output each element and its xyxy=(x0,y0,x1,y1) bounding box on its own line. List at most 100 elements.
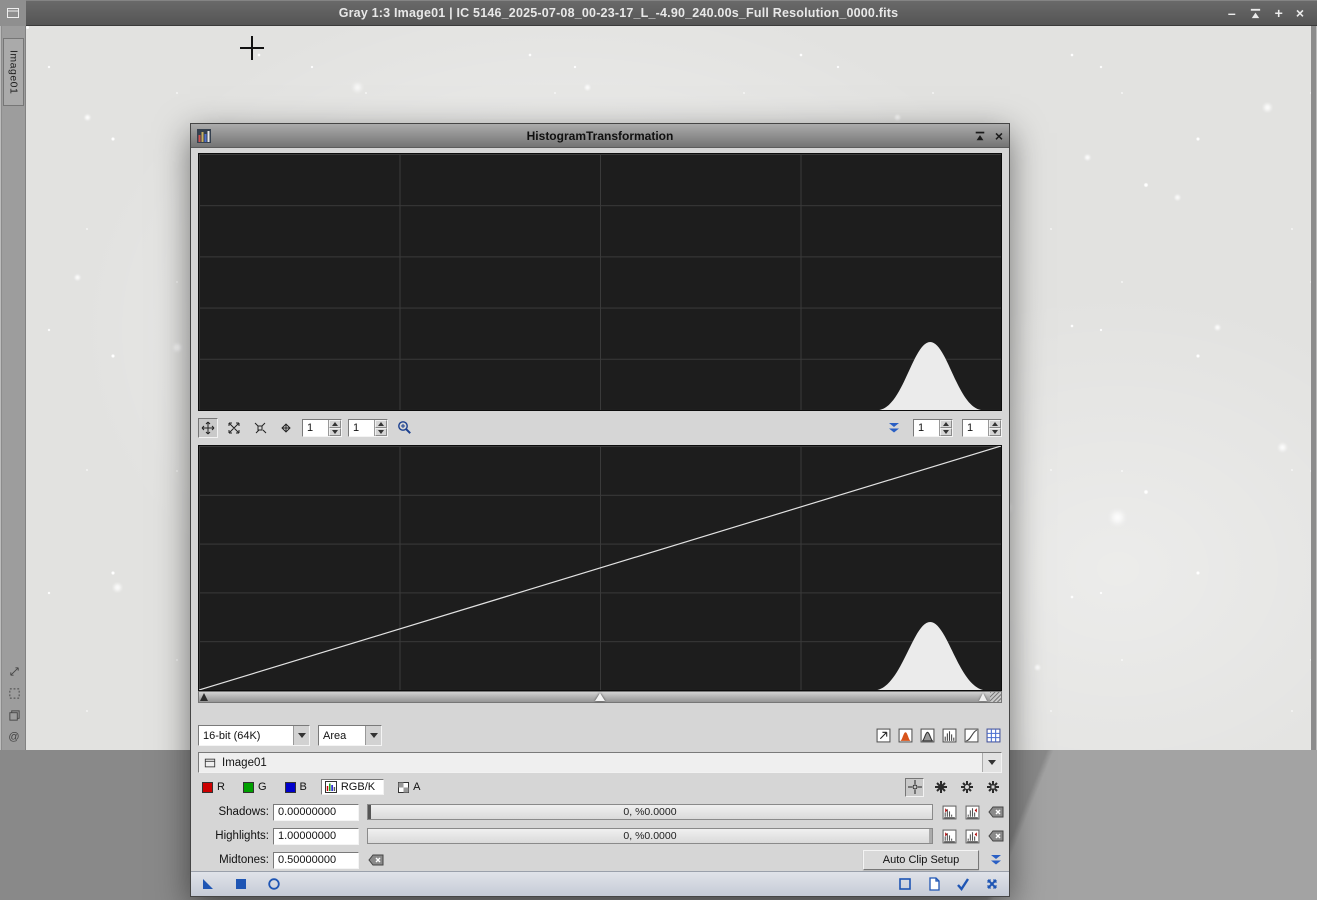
midtones-label: Midtones: xyxy=(219,854,269,866)
histogram-slider-strip[interactable] xyxy=(198,691,1002,703)
document-icon[interactable] xyxy=(926,876,942,892)
resize-grip[interactable] xyxy=(990,692,1001,702)
clip-highlights-icon[interactable] xyxy=(941,828,958,845)
spin-down-icon[interactable] xyxy=(940,427,952,436)
marquee-icon[interactable] xyxy=(7,686,21,700)
resize-diagonal-icon[interactable] xyxy=(7,664,21,678)
image-tab-strip: Image01 @ xyxy=(2,26,26,750)
minimize-icon[interactable]: – xyxy=(1228,0,1236,26)
stars-decoration xyxy=(26,26,29,29)
asterisk-icon-2[interactable] xyxy=(957,778,976,797)
rescale-plot-icon[interactable] xyxy=(875,727,892,744)
zoom-in-icon[interactable] xyxy=(394,418,414,438)
channel-b-button[interactable]: B xyxy=(281,780,311,794)
combo-arrow-button[interactable] xyxy=(365,726,381,745)
channel-rgbk-button[interactable]: RGB/K xyxy=(320,779,385,795)
pin-icon[interactable]: + xyxy=(1275,0,1283,26)
spin-buttons[interactable] xyxy=(328,419,341,436)
grid-toggle-icon[interactable] xyxy=(985,727,1002,744)
input-histogram-plot[interactable] xyxy=(198,153,1002,411)
chevrons-down-icon[interactable] xyxy=(884,418,904,438)
input-histogram-curve xyxy=(879,342,982,410)
image-window-titlebar[interactable]: Gray 1:3 Image01 | IC 5146_2025-07-08_00… xyxy=(0,0,1317,26)
spin-up-icon[interactable] xyxy=(375,419,387,428)
spin-up-icon[interactable] xyxy=(329,419,341,428)
midtones-handle[interactable] xyxy=(595,693,605,701)
midtones-input[interactable]: 0.50000000 xyxy=(273,851,359,869)
spin-buttons[interactable] xyxy=(374,419,387,436)
image-tab-label: Image01 xyxy=(7,49,20,95)
transfer-function-plot[interactable] xyxy=(198,445,1002,691)
horizontal-zoom-spinbox[interactable]: 1 xyxy=(302,418,342,437)
resolution-combo[interactable]: 16-bit (64K) xyxy=(198,725,310,746)
new-instance-icon[interactable] xyxy=(200,876,216,892)
asterisk-icon-3[interactable] xyxy=(983,778,1002,797)
close-icon[interactable]: × xyxy=(1296,0,1304,26)
backspace-icon[interactable] xyxy=(367,852,384,869)
gray-histogram-icon[interactable] xyxy=(919,727,936,744)
view-icon xyxy=(204,757,216,769)
vertical-scroll-spinbox[interactable]: 1 xyxy=(962,418,1002,437)
crosshair-tracking-icon[interactable] xyxy=(905,777,924,797)
channel-g-button[interactable]: G xyxy=(239,780,271,794)
highlights-slider[interactable]: 0, %0.0000 xyxy=(367,828,933,844)
shadows-slider[interactable]: 0, %0.0000 xyxy=(367,804,933,820)
apply-icon[interactable] xyxy=(233,876,249,892)
dialog-titlebar[interactable]: HistogramTransformation × xyxy=(191,124,1009,148)
filled-histogram-icon[interactable] xyxy=(897,727,914,744)
view-selector-label: Image01 xyxy=(222,756,267,769)
channel-b-label: B xyxy=(299,781,307,793)
image-tab-image01[interactable]: Image01 xyxy=(3,38,24,106)
spin-up-icon[interactable] xyxy=(989,419,1001,428)
rollup-icon[interactable] xyxy=(974,130,986,142)
line-plot-icon[interactable] xyxy=(963,727,980,744)
clip-highlights-auto-icon[interactable] xyxy=(964,828,981,845)
bars-histogram-icon[interactable] xyxy=(941,727,958,744)
plot-style-combo[interactable]: Area xyxy=(318,725,382,746)
clip-shadows-auto-icon[interactable] xyxy=(964,804,981,821)
dialog-close-icon[interactable]: × xyxy=(995,125,1003,147)
backspace-icon[interactable] xyxy=(987,804,1004,821)
highlights-label: Highlights: xyxy=(215,830,269,842)
spin-down-icon[interactable] xyxy=(375,427,387,436)
chevrons-down-icon[interactable] xyxy=(987,852,1004,869)
square-outline-icon[interactable] xyxy=(897,876,913,892)
spin-buttons[interactable] xyxy=(988,419,1001,436)
window-controls: – + × xyxy=(1228,0,1317,26)
horizontal-scroll-spinbox[interactable]: 1 xyxy=(348,418,388,437)
backspace-icon[interactable] xyxy=(987,828,1004,845)
combo-arrow-button[interactable] xyxy=(293,726,309,745)
auto-clip-setup-button[interactable]: Auto Clip Setup xyxy=(863,850,979,870)
vertical-zoom-spinbox[interactable]: 1 xyxy=(913,418,953,437)
zoom-reset-icon[interactable] xyxy=(250,418,270,438)
clip-shadows-icon[interactable] xyxy=(941,804,958,821)
copy-icon[interactable] xyxy=(7,708,21,722)
shade-icon[interactable] xyxy=(1249,7,1262,20)
shadows-input[interactable]: 0.00000000 xyxy=(273,803,359,821)
asterisk-icon-1[interactable] xyxy=(931,778,950,797)
realtime-preview-icon[interactable] xyxy=(266,876,282,892)
highlights-row-icons xyxy=(941,828,1011,845)
shadows-handle[interactable] xyxy=(200,693,208,701)
highlights-input[interactable]: 1.00000000 xyxy=(273,827,359,845)
spin-buttons[interactable] xyxy=(939,419,952,436)
spin-up-icon[interactable] xyxy=(940,419,952,428)
center-view-icon[interactable] xyxy=(276,418,296,438)
check-icon[interactable] xyxy=(955,876,971,892)
at-icon[interactable]: @ xyxy=(7,730,21,744)
spin-down-icon[interactable] xyxy=(329,427,341,436)
view-selector[interactable]: Image01 xyxy=(198,752,1002,773)
view-selector-arrow-button[interactable] xyxy=(982,753,1001,772)
shadows-slider-thumb[interactable] xyxy=(368,805,371,819)
channel-r-button[interactable]: R xyxy=(198,780,229,794)
window-menu-button[interactable] xyxy=(0,0,26,26)
pixinsight-workspace: Gray 1:3 Image01 | IC 5146_2025-07-08_00… xyxy=(0,0,1317,900)
channel-a-button[interactable]: A xyxy=(394,780,424,794)
highlights-slider-thumb[interactable] xyxy=(929,829,932,843)
pan-mode-icon[interactable] xyxy=(198,417,218,438)
highlights-row: Highlights: 1.00000000 0, %0.0000 xyxy=(191,826,1011,846)
spin-down-icon[interactable] xyxy=(989,427,1001,436)
zoom-fit-icon[interactable] xyxy=(224,418,244,438)
reset-icon[interactable] xyxy=(984,876,1000,892)
highlights-handle[interactable] xyxy=(979,693,987,701)
